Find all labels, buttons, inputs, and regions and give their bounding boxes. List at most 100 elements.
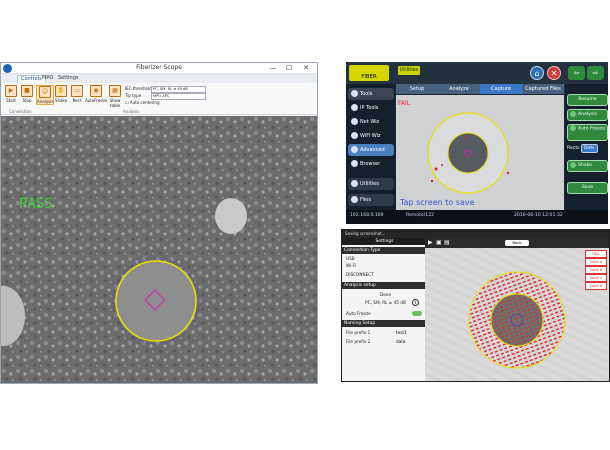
usb-option[interactable]: USB: [342, 256, 425, 261]
zone-d-button[interactable]: Zone D: [585, 282, 607, 290]
start-icon: ▶: [5, 85, 17, 97]
group-connection-label: Connection: [9, 109, 32, 114]
file-prefix-2-value[interactable]: date: [396, 339, 405, 344]
disconnect-button[interactable]: DISCONNECT: [342, 272, 425, 277]
menu-net-wiz[interactable]: Net Wiz: [348, 116, 394, 128]
analysis-toggle[interactable]: Analysis: [567, 109, 608, 121]
menu-utilities[interactable]: Utilities: [348, 178, 394, 190]
save-button[interactable]: Save: [567, 182, 608, 194]
stop-button[interactable]: ■ Stop: [19, 85, 35, 103]
wifi-option[interactable]: Wi-Fi: [342, 263, 425, 268]
menu-wifi-wiz[interactable]: WiFi Wiz: [348, 130, 394, 142]
saving-status: Saving screenshot...: [345, 231, 386, 236]
menu-tools-label: Tools: [360, 91, 373, 97]
shake-button[interactable]: ✋ Shake: [53, 85, 69, 103]
tab-mpo[interactable]: MPO: [39, 75, 56, 82]
maximize-button[interactable]: ☐: [283, 63, 295, 73]
fiber-image-viewer[interactable]: PASS: [1, 116, 317, 383]
zone-b-button[interactable]: Zone B: [585, 266, 607, 274]
device-capture-view[interactable]: FAIL Tap screen to save: [396, 95, 564, 210]
toggle-icon: [570, 110, 576, 117]
ribbon-tabs: Controls MPO Settings: [1, 74, 317, 83]
settings-panel: Settings Connection Type USB Wi-Fi DISCO…: [342, 238, 425, 381]
autofreeze-button[interactable]: ◉ AutoFreeze: [85, 85, 107, 103]
device-status-bar: 192.168.0.169 Remote/122 2016-06-10 12:0…: [346, 210, 608, 224]
analysis-setup-header: Analysis setup: [342, 282, 425, 289]
tab-capture[interactable]: Capture: [480, 84, 523, 94]
info-icon[interactable]: i: [412, 299, 419, 306]
iec-threshold-label: IEC threshold: [125, 86, 152, 91]
folder-icon: [351, 196, 358, 203]
device-right-menu: Resume Analysis Auto Freeze Rects Dots S…: [565, 84, 608, 210]
ip-tools-icon: [351, 104, 358, 111]
play-icon[interactable]: ▶: [428, 239, 433, 246]
rect-button[interactable]: ▭ Rect: [69, 85, 85, 103]
auto-freeze-switch[interactable]: [412, 311, 422, 316]
fail-result-text: FAIL: [398, 100, 411, 107]
analysis-button[interactable]: ☺ Analysis: [36, 85, 54, 105]
delete-icon[interactable]: ▤: [444, 239, 450, 246]
checkbox-icon: ☐: [125, 100, 129, 105]
tablet-image-view[interactable]: ▶ ▣ ▤ Back FAIL Zone A Zone B Zone C Zon…: [425, 238, 609, 381]
back-button[interactable]: Back: [505, 240, 529, 246]
tab-settings[interactable]: Settings: [55, 75, 82, 82]
device-fiber-image: FAIL Tap screen to save: [396, 95, 564, 210]
home-icon[interactable]: ⌂: [530, 66, 544, 80]
menu-advanced[interactable]: Advanced: [348, 144, 394, 156]
fail-badge: FAIL: [585, 250, 607, 258]
profile-done[interactable]: Done: [342, 292, 425, 297]
tablet-fiber-image: [425, 248, 609, 381]
auto-centering-checkbox[interactable]: ☐ Auto centering: [125, 100, 160, 105]
autofreeze-label: AutoFreeze: [85, 98, 108, 103]
ribbon-toolbar: ▶ Start ■ Stop ☺ Analysis ✋ Shake ▭ Rect…: [1, 83, 317, 115]
menu-browser-label: Browser: [360, 161, 381, 167]
title-bar: Fiberizer Scope — ☐ ✕: [1, 63, 317, 74]
tablet-toolbar: ▶ ▣ ▤ Back: [425, 238, 609, 248]
iec-threshold-select[interactable]: PC, SM, RL ≥ 45 dB: [151, 86, 206, 93]
zone-c-button[interactable]: Zone C: [585, 274, 607, 282]
auto-freeze-label: Auto Freeze: [578, 126, 606, 132]
close-button[interactable]: ✕: [300, 63, 312, 73]
shake-toggle-label: Shake: [578, 163, 592, 168]
analysis-toggle-label: Analysis: [578, 112, 597, 117]
device-tabbar: Setup Analyze Capture Captured Files: [396, 84, 565, 94]
menu-browser[interactable]: Browser: [348, 158, 394, 170]
toggle-icon: [570, 161, 576, 168]
analysis-label: Analysis: [37, 99, 54, 104]
wifi-icon: [351, 132, 358, 139]
menu-tools[interactable]: Tools: [348, 88, 394, 100]
toggle-icon: [570, 125, 576, 131]
zone-a-button[interactable]: Zone A: [585, 258, 607, 266]
resume-button[interactable]: Resume: [567, 94, 608, 106]
back-arrow-icon[interactable]: ⇦: [568, 66, 585, 80]
save-icon[interactable]: ▣: [436, 239, 442, 246]
pass-result-text: PASS: [19, 196, 53, 212]
tools-icon: [351, 90, 358, 97]
tap-to-save-overlay: Tap screen to save: [399, 198, 475, 207]
handheld-device-screen: FIBER Utilities ⌂ ✕ ⇦ ⇨ Setup Analyze Ca…: [346, 62, 608, 224]
menu-ip-tools[interactable]: IP Tools: [348, 102, 394, 114]
tip-type-select[interactable]: MPO APC: [151, 93, 206, 100]
results-display-row: Rects Dots: [567, 144, 607, 154]
tab-captured-files[interactable]: Captured Files: [522, 84, 565, 94]
file-prefix-1-value[interactable]: test1: [396, 330, 407, 335]
minimize-button[interactable]: —: [267, 63, 279, 73]
hand-icon: ✋: [55, 85, 67, 97]
forward-arrow-icon[interactable]: ⇨: [587, 66, 604, 80]
menu-files[interactable]: Files: [348, 194, 394, 206]
close-icon[interactable]: ✕: [547, 66, 561, 80]
dots-toggle[interactable]: Dots: [581, 144, 598, 153]
rect-label: Rect: [72, 98, 82, 103]
stop-label: Stop: [22, 98, 32, 103]
shake-toggle[interactable]: Shake: [567, 160, 608, 172]
fiber-mode-badge[interactable]: FIBER: [349, 65, 389, 81]
tab-analyze[interactable]: Analyze: [438, 84, 481, 94]
tablet-status-bar: Saving screenshot...: [342, 230, 609, 238]
auto-freeze-toggle[interactable]: Auto Freeze: [567, 124, 608, 141]
table-icon: ▦: [109, 85, 121, 97]
show-table-button[interactable]: ▦ Show table: [107, 85, 123, 108]
naming-setup-header: Naming Setup: [342, 320, 425, 327]
start-button[interactable]: ▶ Start: [3, 85, 19, 103]
tab-setup[interactable]: Setup: [396, 84, 439, 94]
utilities-icon: [351, 180, 358, 187]
